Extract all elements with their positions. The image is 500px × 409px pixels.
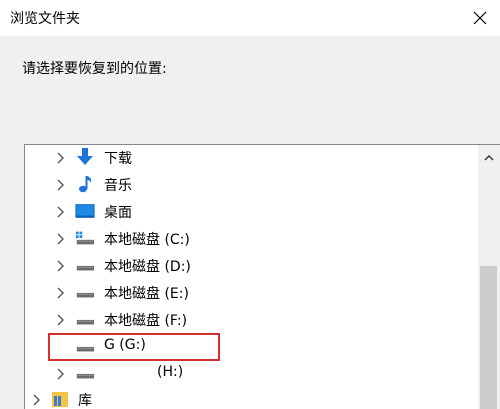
library-folder-icon [50, 389, 70, 409]
tree-item-label: 本地磁盘 (D:) [104, 259, 191, 275]
scroll-up-button[interactable] [478, 145, 500, 169]
tree-item-drive-h[interactable]: (H:) [25, 361, 463, 387]
tree-item-downloads[interactable]: 下载 [25, 145, 463, 171]
prompt-label: 请选择要恢复到的位置: [22, 61, 167, 77]
chevron-right-icon[interactable] [56, 259, 66, 273]
music-note-icon [75, 174, 95, 194]
chevron-right-icon[interactable] [56, 178, 66, 192]
tree-item-label: 桌面 [104, 205, 132, 221]
window-title: 浏览文件夹 [10, 11, 80, 27]
drive-icon [75, 363, 95, 383]
drive-icon [75, 255, 95, 275]
tree-item-label: 下载 [104, 151, 132, 167]
desktop-icon [75, 201, 95, 221]
windows-drive-icon [75, 228, 95, 248]
folder-tree[interactable]: 下载 音乐 桌面 本地磁盘 (C:) 本地磁盘 (D:) 本地磁盘 (E:) 本… [24, 144, 500, 409]
chevron-right-icon[interactable] [56, 205, 66, 219]
tree-item-drive-e[interactable]: 本地磁盘 (E:) [25, 280, 463, 306]
scrollbar-thumb[interactable] [480, 266, 497, 409]
tree-item-music[interactable]: 音乐 [25, 172, 463, 198]
chevron-right-icon[interactable] [56, 232, 66, 246]
tree-item-label: 库 [78, 393, 92, 409]
tree-item-drive-c[interactable]: 本地磁盘 (C:) [25, 226, 463, 252]
chevron-up-icon [484, 154, 494, 161]
download-arrow-icon [75, 147, 95, 167]
tree-item-label: 音乐 [104, 178, 132, 194]
drive-icon [75, 309, 95, 329]
drive-icon [75, 282, 95, 302]
chevron-right-icon[interactable] [56, 313, 66, 327]
tree-item-drive-f[interactable]: 本地磁盘 (F:) [25, 307, 463, 333]
tree-item-label: (H:) [157, 364, 184, 380]
chevron-right-icon[interactable] [56, 367, 66, 381]
tree-item-library[interactable]: 库 [25, 387, 463, 409]
tree-item-drive-d[interactable]: 本地磁盘 (D:) [25, 253, 463, 279]
tree-item-label: 本地磁盘 (F:) [104, 313, 188, 329]
chevron-right-icon[interactable] [56, 286, 66, 300]
chevron-right-icon[interactable] [32, 393, 42, 407]
tree-item-label: 本地磁盘 (C:) [104, 232, 190, 248]
vertical-scrollbar[interactable] [478, 145, 500, 409]
close-icon [473, 11, 487, 25]
chevron-right-icon[interactable] [56, 151, 66, 165]
tree-item-label: 本地磁盘 (E:) [104, 286, 189, 302]
title-bar: 浏览文件夹 [0, 0, 500, 36]
selection-highlight-box [48, 333, 220, 361]
close-button[interactable] [460, 0, 500, 36]
tree-item-desktop[interactable]: 桌面 [25, 199, 463, 225]
